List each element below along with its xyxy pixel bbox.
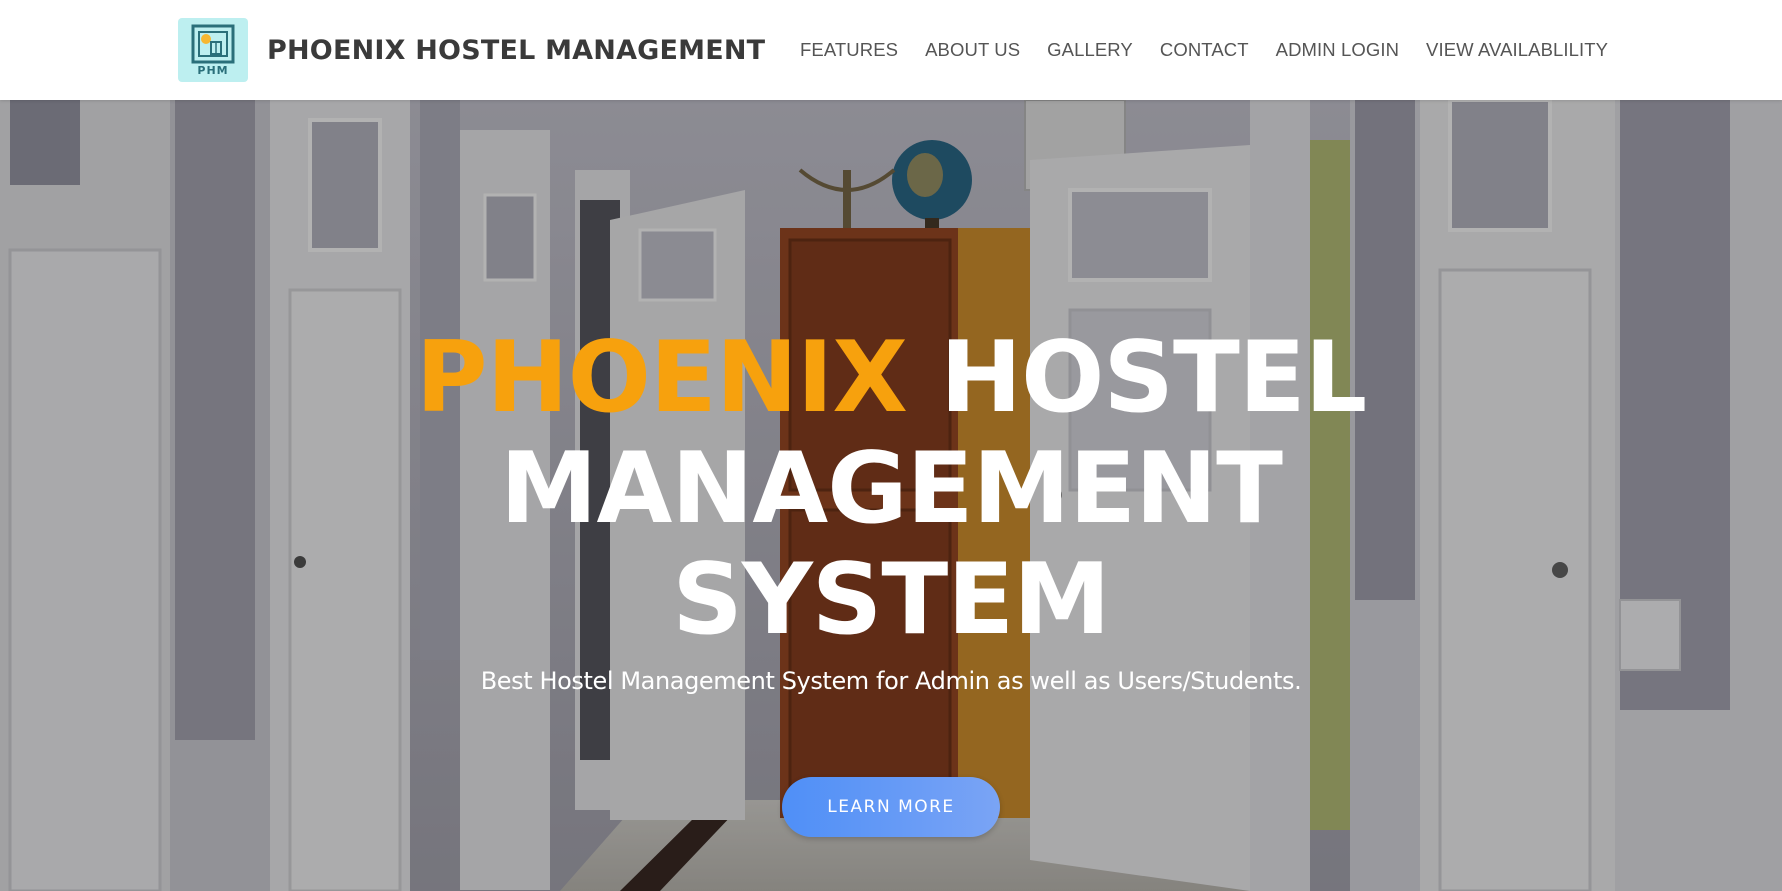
hero-title: PHOENIX HOSTEL MANAGEMENT SYSTEM [391,323,1391,656]
hero-section: PHOENIX HOSTEL MANAGEMENT SYSTEM Best Ho… [0,100,1782,891]
nav-link-gallery[interactable]: GALLERY [1047,39,1133,61]
main-nav: FEATURES ABOUT US GALLERY CONTACT ADMIN … [800,0,1608,100]
nav-link-admin-login[interactable]: ADMIN LOGIN [1276,39,1399,61]
nav-link-about-us[interactable]: ABOUT US [925,39,1020,61]
brand[interactable]: PHM PHOENIX HOSTEL MANAGEMENT [178,18,765,82]
brand-title[interactable]: PHOENIX HOSTEL MANAGEMENT [267,35,765,66]
logo-text: PHM [197,64,229,77]
nav-link-contact[interactable]: CONTACT [1160,39,1249,61]
learn-more-button[interactable]: LEARN MORE [782,777,1000,837]
brand-logo[interactable]: PHM [178,18,248,82]
hero-subtitle: Best Hostel Management System for Admin … [480,667,1302,695]
top-navbar: PHM PHOENIX HOSTEL MANAGEMENT FEATURES A… [0,0,1782,100]
hero-title-accent: PHOENIX [415,321,908,435]
building-logo-icon [191,24,235,64]
nav-link-features[interactable]: FEATURES [800,39,898,61]
nav-link-view-availability[interactable]: VIEW AVAILABLILITY [1426,39,1608,61]
